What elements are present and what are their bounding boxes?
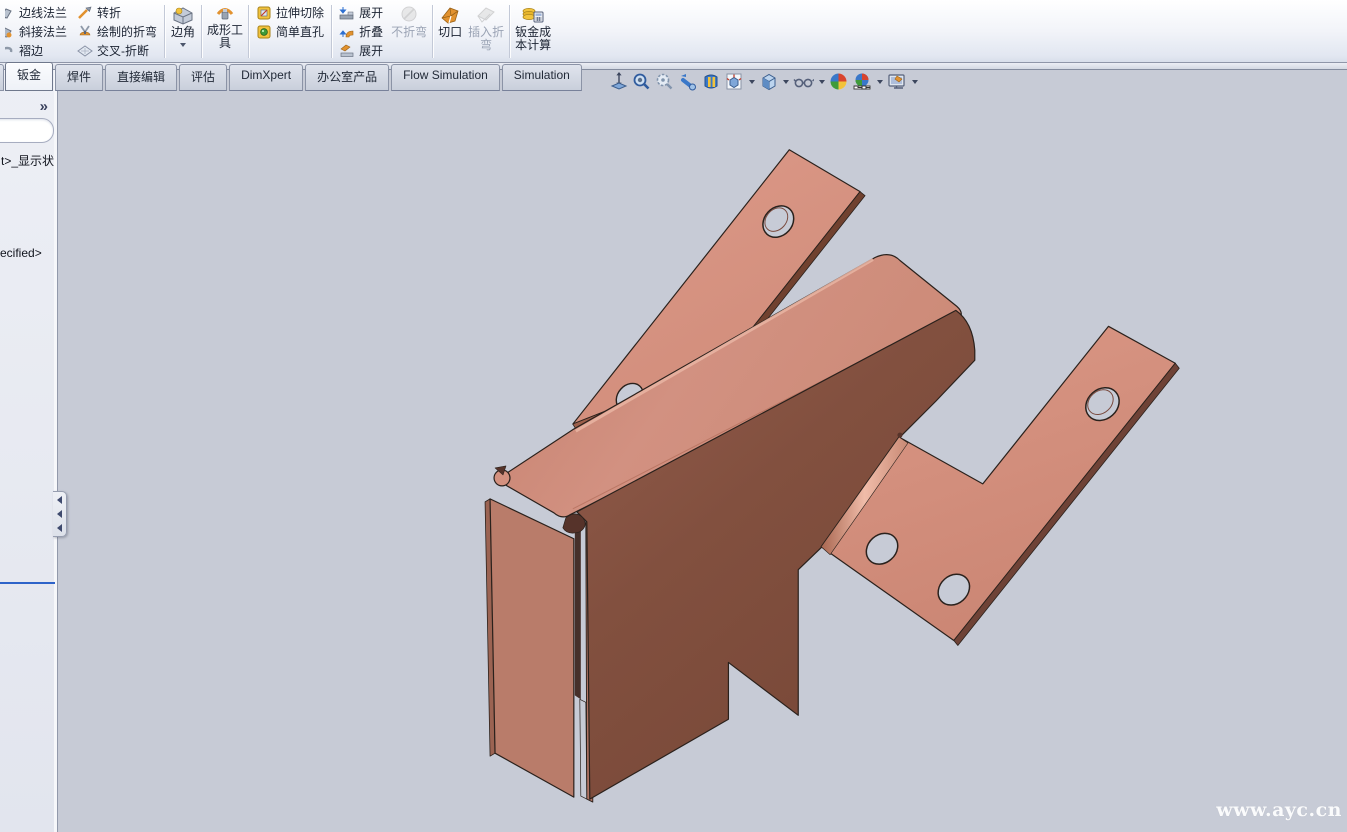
collapse-arrow-icon [57, 524, 62, 532]
insert-bends-button[interactable]: 插入折 弯 [465, 1, 507, 62]
collapse-arrow-icon [57, 496, 62, 504]
ribbon-separator [509, 5, 510, 58]
tab-flow-simulation[interactable]: Flow Simulation [391, 64, 500, 91]
simple-hole-icon [256, 24, 272, 40]
ribbon-separator [201, 5, 202, 58]
display-style-icon[interactable] [759, 72, 778, 91]
apply-scene-icon[interactable] [852, 72, 872, 91]
zoom-to-fit-icon[interactable] [610, 72, 628, 91]
headsup-view-toolbar [610, 72, 918, 91]
flatten-icon [339, 43, 355, 59]
rip-button[interactable]: 切口 [435, 1, 465, 62]
part-model[interactable] [58, 64, 1347, 832]
extruded-cut-button[interactable]: 拉伸切除 [254, 3, 326, 22]
miter-flange-icon [5, 24, 15, 40]
ribbon-group-flanges: 边线法兰 斜接法兰 褶边 [0, 1, 72, 62]
jog-icon [77, 5, 93, 21]
view-settings-caret[interactable] [912, 80, 918, 87]
tab-weldments[interactable]: 焊件 [55, 64, 103, 91]
sheet-metal-cost-button[interactable]: 钣金成 本计算 [512, 1, 554, 62]
hide-show-items-caret[interactable] [819, 80, 825, 87]
bracket-geometry[interactable] [485, 150, 1179, 802]
main-area: » t>_显示状 ecified> [0, 64, 1347, 832]
zoom-to-area-icon[interactable] [632, 72, 651, 91]
commandmanager-ribbon: 边线法兰 斜接法兰 褶边 转折 绘制的折弯 交叉-折断 [0, 0, 1347, 63]
zoom-in-out-icon[interactable] [655, 72, 674, 91]
forming-tool-button[interactable]: 成形工 具 [204, 1, 246, 62]
ribbon-separator [432, 5, 433, 58]
solidworks-window: 边线法兰 斜接法兰 褶边 转折 绘制的折弯 交叉-折断 [0, 0, 1347, 832]
ribbon-separator [331, 5, 332, 58]
hide-show-items-icon[interactable] [793, 72, 814, 91]
extruded-cut-icon [256, 5, 272, 21]
panel-expand-chevron[interactable]: » [40, 102, 48, 112]
watermark: www.ayc.cn [1216, 799, 1342, 821]
hem-button[interactable]: 褶边 [3, 41, 69, 60]
view-orientation-caret[interactable] [749, 80, 755, 87]
tab-dimxpert[interactable]: DimXpert [229, 64, 303, 91]
fold-button[interactable]: 折叠 [337, 22, 385, 41]
graphics-area[interactable]: www.ayc.cn [58, 64, 1347, 832]
edge-flange-icon [5, 5, 15, 21]
view-settings-icon[interactable] [887, 72, 907, 91]
corner-icon [170, 4, 196, 26]
ribbon-group-cuts: 拉伸切除 简单直孔 [251, 1, 329, 62]
previous-view-icon[interactable] [678, 72, 698, 91]
ribbon-separator [248, 5, 249, 58]
corner-dropdown-caret[interactable] [180, 43, 186, 50]
collapse-arrow-icon [57, 510, 62, 518]
edit-appearance-icon[interactable] [829, 72, 848, 91]
rip-icon [438, 4, 462, 26]
cross-break-icon [77, 43, 93, 59]
ribbon-group-bends: 转折 绘制的折弯 交叉-折断 [72, 1, 162, 62]
panel-divider-line [0, 582, 55, 584]
hem-icon [5, 43, 15, 59]
edge-flange-button[interactable]: 边线法兰 [3, 3, 69, 22]
no-bends-button[interactable]: 不折弯 [388, 1, 430, 62]
miter-flange-button[interactable]: 斜接法兰 [3, 22, 69, 41]
commandmanager-tabs: 钣金 焊件 直接编辑 评估 DimXpert 办公室产品 Flow Simula… [5, 64, 582, 91]
panel-splitter[interactable] [53, 491, 67, 537]
tab-evaluate[interactable]: 评估 [179, 64, 227, 91]
simple-hole-button[interactable]: 简单直孔 [254, 22, 326, 41]
sheet-metal-cost-icon [520, 4, 546, 26]
tab-simulation[interactable]: Simulation [502, 64, 582, 91]
unfold-button[interactable]: 展开 [337, 3, 385, 22]
unfold-icon [339, 5, 355, 21]
jog-button[interactable]: 转折 [75, 3, 159, 22]
tree-item-display-state: t>_显示状 [1, 152, 57, 169]
tab-office-products[interactable]: 办公室产品 [305, 64, 389, 91]
tree-item-not-specified: ecified> [0, 246, 56, 260]
display-style-caret[interactable] [783, 80, 789, 87]
tab-sheet-metal[interactable]: 钣金 [5, 62, 53, 91]
feature-manager-panel: » t>_显示状 ecified> [0, 64, 58, 832]
apply-scene-caret[interactable] [877, 80, 883, 87]
sketched-bend-button[interactable]: 绘制的折弯 [75, 22, 159, 41]
ribbon-group-fold: 展开 折叠 展开 [334, 1, 388, 62]
insert-bends-icon [474, 4, 498, 26]
flatten-button[interactable]: 展开 [337, 41, 385, 60]
view-orientation-icon[interactable] [725, 72, 744, 91]
ribbon-separator [164, 5, 165, 58]
fold-icon [339, 24, 355, 40]
tab-edge-fragment [0, 64, 4, 91]
forming-tool-icon [213, 4, 237, 24]
tab-direct-editing[interactable]: 直接编辑 [105, 64, 177, 91]
no-bends-icon [397, 4, 421, 26]
sketched-bend-icon [77, 24, 93, 40]
corner-button[interactable]: 边角 [167, 1, 199, 62]
cross-break-button[interactable]: 交叉-折断 [75, 41, 159, 60]
display-state-box[interactable] [0, 118, 54, 143]
section-view-icon[interactable] [702, 72, 721, 91]
